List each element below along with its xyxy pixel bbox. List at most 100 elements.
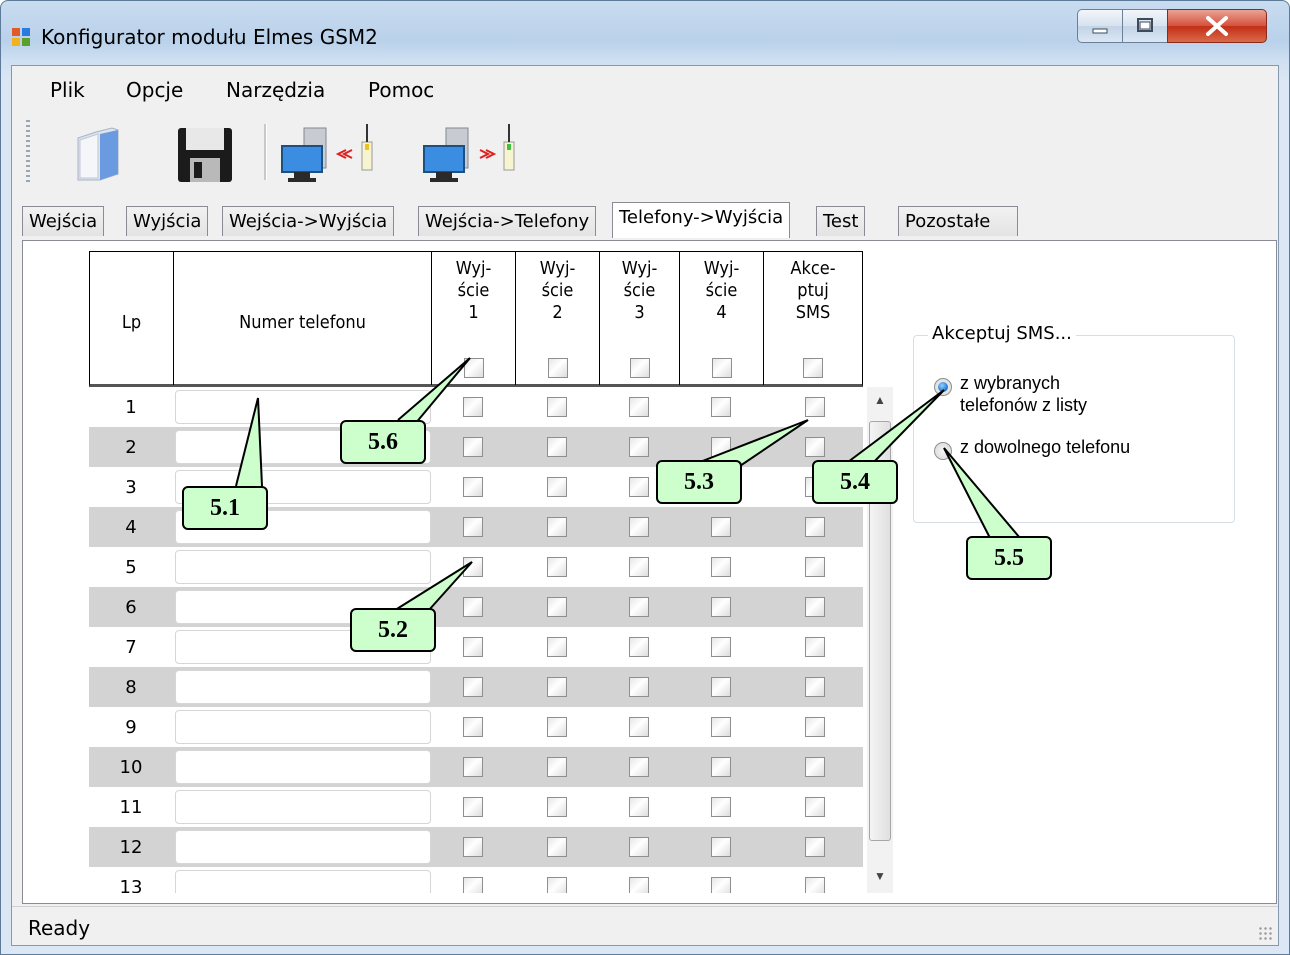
output-1-checkbox[interactable] <box>463 757 483 777</box>
output-1-checkbox[interactable] <box>463 797 483 817</box>
output-1-checkbox[interactable] <box>463 437 483 457</box>
select-all-output-3-checkbox[interactable] <box>629 358 650 378</box>
output-3-checkbox[interactable] <box>629 477 649 497</box>
output-4-checkbox[interactable] <box>711 557 731 577</box>
output-4-checkbox[interactable] <box>711 797 731 817</box>
select-all-output-2-checkbox[interactable] <box>547 358 568 378</box>
output-1-checkbox[interactable] <box>463 677 483 697</box>
output-2-checkbox[interactable] <box>547 477 567 497</box>
accept-sms-checkbox[interactable] <box>805 517 825 537</box>
output-1-checkbox[interactable] <box>463 397 483 417</box>
output-4-checkbox[interactable] <box>711 437 731 457</box>
accept-sms-checkbox[interactable] <box>805 717 825 737</box>
tab-test[interactable]: Test <box>816 206 866 236</box>
read-button[interactable] <box>278 114 373 188</box>
phone-number-input[interactable] <box>175 750 431 784</box>
accept-sms-checkbox[interactable] <box>805 637 825 657</box>
output-1-checkbox[interactable] <box>463 837 483 857</box>
output-2-checkbox[interactable] <box>547 757 567 777</box>
output-4-checkbox[interactable] <box>711 397 731 417</box>
output-3-checkbox[interactable] <box>629 877 649 893</box>
menu-pomoc[interactable]: Pomoc <box>368 78 434 102</box>
output-2-checkbox[interactable] <box>547 437 567 457</box>
select-all-accept-sms-checkbox[interactable] <box>803 358 823 378</box>
phone-number-input[interactable] <box>175 790 431 824</box>
close-button[interactable] <box>1167 9 1267 43</box>
radio-selected-icon[interactable] <box>934 378 952 396</box>
output-4-checkbox[interactable] <box>711 757 731 777</box>
accept-sms-checkbox[interactable] <box>805 557 825 577</box>
accept-sms-checkbox[interactable] <box>805 837 825 857</box>
output-4-checkbox[interactable] <box>711 597 731 617</box>
title-bar[interactable]: Konfigurator modułu Elmes GSM2 <box>1 1 1289 63</box>
output-2-checkbox[interactable] <box>547 797 567 817</box>
phone-number-input[interactable] <box>175 550 431 584</box>
accept-sms-checkbox[interactable] <box>805 877 825 893</box>
phone-number-input[interactable] <box>175 710 431 744</box>
menu-opcje[interactable]: Opcje <box>126 78 183 102</box>
open-button[interactable] <box>66 114 140 188</box>
output-3-checkbox[interactable] <box>629 397 649 417</box>
output-2-checkbox[interactable] <box>547 637 567 657</box>
output-1-checkbox[interactable] <box>463 477 483 497</box>
output-1-checkbox[interactable] <box>463 717 483 737</box>
accept-sms-checkbox[interactable] <box>805 597 825 617</box>
output-4-checkbox[interactable] <box>711 877 731 893</box>
output-4-checkbox[interactable] <box>711 517 731 537</box>
menu-plik[interactable]: Plik <box>50 78 85 102</box>
output-2-checkbox[interactable] <box>547 517 567 537</box>
tab-telefony-wyjscia[interactable]: Telefony->Wyjścia <box>612 202 791 238</box>
accept-sms-checkbox[interactable] <box>805 797 825 817</box>
tab-wejscia-wyjscia[interactable]: Wejścia->Wyjścia <box>222 206 395 236</box>
scroll-up-icon[interactable]: ▲ <box>867 387 893 413</box>
toolbar-grip[interactable] <box>26 120 30 184</box>
output-3-checkbox[interactable] <box>629 757 649 777</box>
output-3-checkbox[interactable] <box>629 437 649 457</box>
output-4-checkbox[interactable] <box>711 637 731 657</box>
output-3-checkbox[interactable] <box>629 637 649 657</box>
output-2-checkbox[interactable] <box>547 837 567 857</box>
accept-sms-checkbox[interactable] <box>805 757 825 777</box>
output-2-checkbox[interactable] <box>547 877 567 893</box>
output-1-checkbox[interactable] <box>463 637 483 657</box>
output-1-checkbox[interactable] <box>463 557 483 577</box>
output-3-checkbox[interactable] <box>629 677 649 697</box>
output-2-checkbox[interactable] <box>547 397 567 417</box>
phone-number-input[interactable] <box>175 670 431 704</box>
scroll-down-icon[interactable]: ▼ <box>867 863 893 889</box>
output-2-checkbox[interactable] <box>547 677 567 697</box>
tab-wejscia-telefony[interactable]: Wejścia->Telefony <box>418 206 597 236</box>
output-3-checkbox[interactable] <box>629 797 649 817</box>
output-3-checkbox[interactable] <box>629 717 649 737</box>
write-button[interactable] <box>420 114 515 188</box>
output-2-checkbox[interactable] <box>547 597 567 617</box>
output-4-checkbox[interactable] <box>711 837 731 857</box>
output-2-checkbox[interactable] <box>547 717 567 737</box>
output-1-checkbox[interactable] <box>463 517 483 537</box>
output-1-checkbox[interactable] <box>463 877 483 893</box>
resize-grip-icon[interactable] <box>1258 926 1272 940</box>
accept-sms-checkbox[interactable] <box>805 437 825 457</box>
minimize-button[interactable] <box>1077 9 1123 43</box>
maximize-button[interactable] <box>1122 9 1168 43</box>
tab-pozostale[interactable]: Pozostałe <box>898 206 1018 236</box>
output-4-checkbox[interactable] <box>711 677 731 697</box>
tab-wejscia[interactable]: Wejścia <box>22 206 105 236</box>
output-2-checkbox[interactable] <box>547 557 567 577</box>
tab-wyjscia[interactable]: Wyjścia <box>126 206 209 236</box>
output-3-checkbox[interactable] <box>629 597 649 617</box>
select-all-output-1-checkbox[interactable] <box>463 358 484 378</box>
accept-sms-checkbox[interactable] <box>805 677 825 697</box>
phone-number-input[interactable] <box>175 830 431 864</box>
output-1-checkbox[interactable] <box>463 597 483 617</box>
output-3-checkbox[interactable] <box>629 557 649 577</box>
phone-number-input[interactable] <box>175 390 431 424</box>
accept-sms-checkbox[interactable] <box>805 397 825 417</box>
select-all-output-4-checkbox[interactable] <box>711 358 732 378</box>
save-button[interactable] <box>170 114 244 188</box>
radio-any-icon[interactable] <box>934 442 952 460</box>
menu-narzedzia[interactable]: Narzędzia <box>226 78 325 102</box>
output-3-checkbox[interactable] <box>629 837 649 857</box>
output-4-checkbox[interactable] <box>711 717 731 737</box>
phone-number-input[interactable] <box>175 870 431 893</box>
